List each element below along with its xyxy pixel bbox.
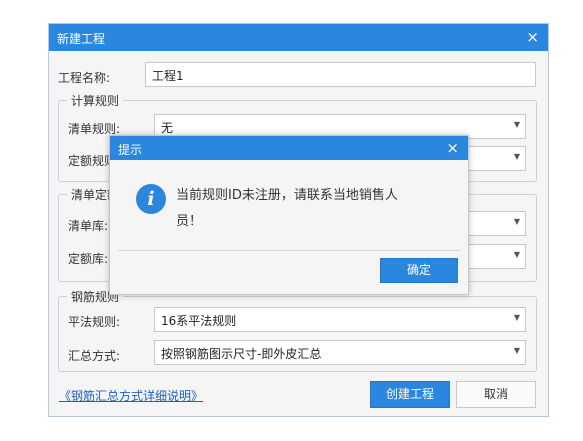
- bill-lib-label: 清单库:: [68, 219, 109, 233]
- dialog-titlebar: 新建工程 ×: [49, 24, 548, 51]
- chevron-down-icon: ▼: [513, 120, 520, 129]
- bill-rule-value: 无: [161, 121, 174, 135]
- project-name-value: 工程1: [152, 69, 184, 83]
- flat-rule-value: 16系平法规则: [161, 314, 237, 328]
- alert-title: 提示: [118, 143, 143, 157]
- project-name-label: 工程名称:: [58, 71, 111, 85]
- alert-separator: [118, 250, 460, 251]
- dialog-title: 新建工程: [57, 32, 106, 46]
- alert-message-line1: 当前规则ID未注册，请联系当地销售人: [176, 188, 398, 203]
- cancel-button[interactable]: 取消: [456, 381, 536, 408]
- create-project-button[interactable]: 创建工程: [370, 381, 450, 408]
- alert-dialog: 提示 × i 当前规则ID未注册，请联系当地销售人 员！ 确定: [109, 135, 469, 295]
- close-icon[interactable]: ×: [446, 139, 459, 157]
- help-link[interactable]: 《钢筋汇总方式详细说明》: [59, 387, 203, 404]
- close-icon[interactable]: ×: [526, 28, 539, 46]
- flat-rule-select[interactable]: 16系平法规则 ▼: [154, 307, 526, 332]
- project-name-input[interactable]: 工程1: [145, 62, 536, 87]
- info-icon: i: [136, 184, 166, 214]
- quota-lib-label: 定额库:: [68, 252, 109, 266]
- chevron-down-icon: ▼: [513, 313, 520, 322]
- summary-method-label: 汇总方式:: [68, 349, 121, 363]
- chevron-down-icon: ▼: [513, 152, 520, 161]
- summary-method-value: 按照钢筋图示尺寸-即外皮汇总: [161, 347, 322, 361]
- calc-rules-legend: 计算规则: [67, 92, 124, 109]
- flat-rule-label: 平法规则:: [68, 315, 121, 329]
- chevron-down-icon: ▼: [513, 346, 520, 355]
- chevron-down-icon: ▼: [513, 250, 520, 259]
- alert-message-line2: 员！: [176, 214, 203, 229]
- chevron-down-icon: ▼: [513, 217, 520, 226]
- alert-message: 当前规则ID未注册，请联系当地销售人 员！: [176, 183, 436, 235]
- ok-button[interactable]: 确定: [380, 258, 458, 283]
- summary-method-select[interactable]: 按照钢筋图示尺寸-即外皮汇总 ▼: [154, 340, 526, 365]
- alert-titlebar: 提示 ×: [110, 136, 468, 160]
